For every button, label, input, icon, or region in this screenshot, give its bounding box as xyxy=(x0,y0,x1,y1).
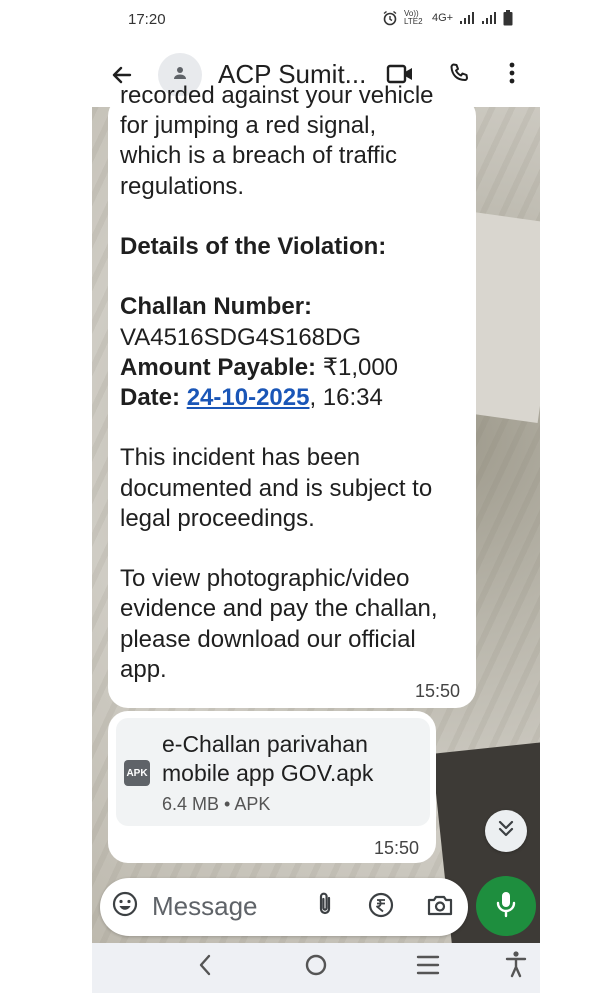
signal-icon xyxy=(459,11,475,25)
camera-button[interactable] xyxy=(424,892,456,922)
challan-label: Challan Number: xyxy=(120,293,313,321)
voice-message-button[interactable] xyxy=(476,876,536,936)
message-line: To view photographic/video xyxy=(120,565,410,593)
network-type: 4G+ xyxy=(432,12,454,24)
details-heading: Details of the Violation: xyxy=(120,233,387,260)
nav-recents-icon xyxy=(416,954,440,981)
payment-button[interactable] xyxy=(366,892,396,922)
date-link[interactable]: 24-10-2025 xyxy=(187,384,310,411)
volte-icon: Vo)) LTE2 xyxy=(404,9,423,26)
emoji-icon xyxy=(112,891,138,922)
message-body: recorded against your vehicle for jumpin… xyxy=(120,82,470,685)
nav-back-icon xyxy=(198,954,212,981)
message-input[interactable] xyxy=(152,888,292,924)
message-line: legal proceedings. xyxy=(120,504,315,532)
status-icons: Vo)) LTE2 4G+ xyxy=(382,10,513,26)
more-options-button[interactable] xyxy=(498,60,526,90)
alarm-icon xyxy=(382,10,398,26)
attachment-meta: 6.4 MB • APK xyxy=(162,794,271,814)
accessibility-icon xyxy=(505,950,527,983)
date-label: Date: xyxy=(120,384,181,411)
file-name-line: e-Challan parivahan xyxy=(162,731,368,757)
battery-icon xyxy=(503,10,513,26)
challan-number: VA4516SDG4S168DG xyxy=(120,323,362,351)
status-bar: 17:20 Vo)) LTE2 4G+ xyxy=(0,0,600,42)
amount-label: Amount Payable: xyxy=(120,353,317,381)
nav-back-button[interactable] xyxy=(192,953,218,981)
attach-icon xyxy=(317,891,333,922)
mic-icon xyxy=(495,890,517,923)
apk-file-icon: APK xyxy=(124,760,150,786)
amount-value: ₹1,000 xyxy=(316,353,399,381)
double-chevron-down-icon xyxy=(497,819,515,844)
file-name-line: mobile app GOV.apk xyxy=(162,760,374,786)
attach-button[interactable] xyxy=(312,891,338,921)
accessibility-button[interactable] xyxy=(502,950,530,983)
nav-home-button[interactable] xyxy=(302,953,330,981)
rupee-payment-icon xyxy=(368,892,394,923)
scroll-to-bottom-button[interactable] xyxy=(485,810,527,852)
attachment-timestamp: 15:50 xyxy=(374,838,420,858)
message-line: evidence and pay the challan, xyxy=(120,595,438,623)
message-line: regulations. xyxy=(120,172,245,200)
message-timestamp: 15:50 xyxy=(415,681,461,701)
more-vert-icon xyxy=(508,61,516,90)
camera-icon xyxy=(426,893,454,922)
message-line: please download our official xyxy=(120,625,416,653)
message-line: for jumping a red signal, xyxy=(120,112,377,140)
signal-icon xyxy=(481,11,497,25)
status-time: 17:20 xyxy=(128,11,166,28)
attachment-file-name[interactable]: e-Challan parivahan mobile app GOV.apk xyxy=(162,730,422,788)
nav-recents-button[interactable] xyxy=(414,953,442,981)
nav-home-icon xyxy=(304,953,328,982)
message-line: documented and is subject to xyxy=(120,474,433,502)
emoji-button[interactable] xyxy=(111,891,139,922)
message-line: This incident has been xyxy=(120,444,361,472)
message-cut-line: recorded against your vehicle xyxy=(120,82,434,109)
time-value: , 16:34 xyxy=(309,384,383,411)
message-line: which is a breach of traffic xyxy=(120,142,398,170)
